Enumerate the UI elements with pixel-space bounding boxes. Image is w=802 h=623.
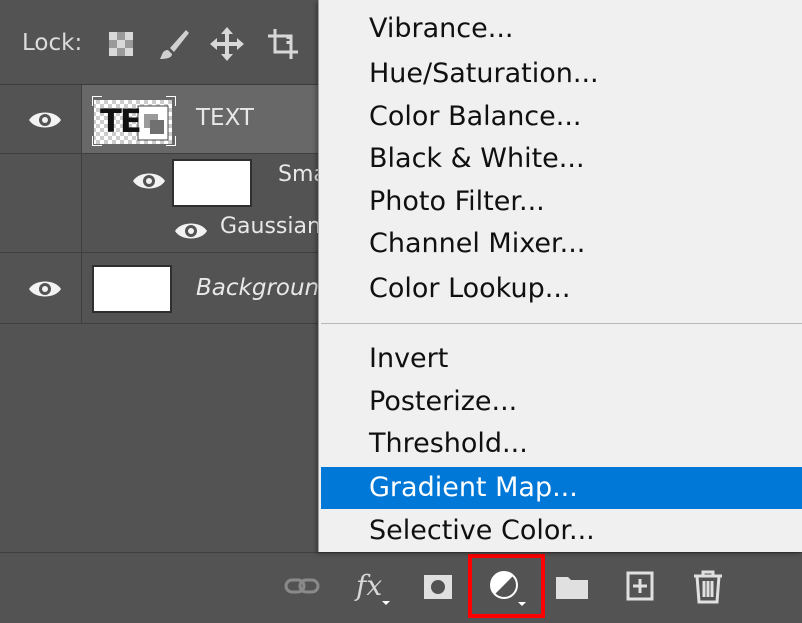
link-icon[interactable] <box>280 565 324 609</box>
adjustment-menu: Vibrance... Hue/Saturation... Color Bala… <box>318 0 802 552</box>
menu-item-selective-color[interactable]: Selective Color... <box>321 510 802 552</box>
visibility-column <box>0 253 82 323</box>
menu-item-invert[interactable]: Invert <box>321 338 802 380</box>
folder-icon[interactable] <box>550 565 594 609</box>
artboard-icon[interactable] <box>265 26 301 62</box>
menu-separator <box>321 323 802 324</box>
mask-icon[interactable] <box>416 565 460 609</box>
menu-item-hue-saturation[interactable]: Hue/Saturation... <box>321 53 802 95</box>
thumbnail-text: TE <box>100 102 142 140</box>
menu-item-gradient-map[interactable]: Gradient Map... <box>321 467 802 509</box>
menu-item-posterize[interactable]: Posterize... <box>321 381 802 423</box>
eye-icon[interactable] <box>174 220 208 242</box>
layers-footer: fx <box>0 552 802 623</box>
move-icon[interactable] <box>209 26 245 62</box>
layer-name[interactable]: Background <box>196 275 334 301</box>
eye-icon[interactable] <box>28 278 62 300</box>
visibility-column <box>0 154 82 252</box>
visibility-column <box>0 85 82 153</box>
menu-item-color-lookup[interactable]: Color Lookup... <box>321 268 802 310</box>
menu-item-photo-filter[interactable]: Photo Filter... <box>321 181 802 223</box>
eye-icon[interactable] <box>132 170 166 192</box>
menu-item-channel-mixer[interactable]: Channel Mixer... <box>321 223 802 265</box>
fx-icon[interactable]: fx <box>350 565 394 609</box>
trash-icon[interactable] <box>686 565 730 609</box>
layer-thumbnail <box>92 265 172 313</box>
brush-icon[interactable] <box>156 26 192 62</box>
filter-name[interactable]: Gaussian <box>220 214 321 239</box>
layer-thumbnail <box>172 159 252 207</box>
lock-label: Lock: <box>22 30 83 56</box>
transparency-lock-icon[interactable] <box>103 26 139 62</box>
new-layer-icon[interactable] <box>618 565 662 609</box>
menu-item-color-balance[interactable]: Color Balance... <box>321 96 802 138</box>
eye-icon[interactable] <box>28 109 62 131</box>
layer-name[interactable]: TEXT <box>196 105 254 131</box>
layer-thumbnail: TE <box>91 95 177 147</box>
menu-item-threshold[interactable]: Threshold... <box>321 423 802 465</box>
adjustment-button-highlight <box>468 554 545 618</box>
menu-item-black-white[interactable]: Black & White... <box>321 138 802 180</box>
menu-item-vibrance[interactable]: Vibrance... <box>321 8 802 50</box>
